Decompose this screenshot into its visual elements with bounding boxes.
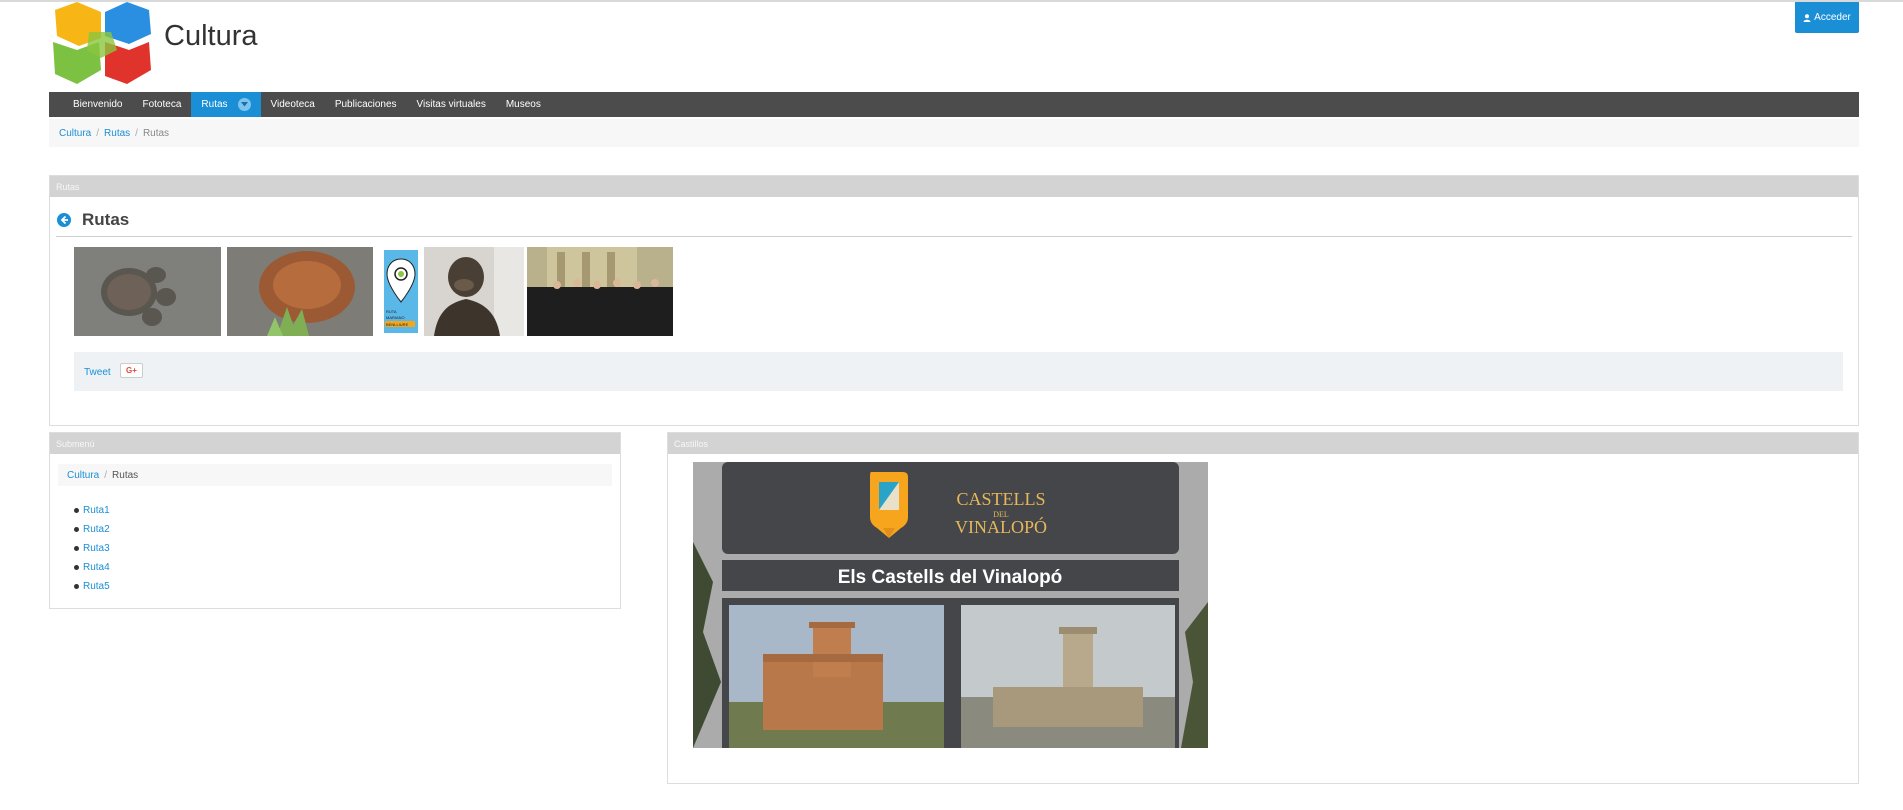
list-item: Ruta4 <box>74 558 110 577</box>
nav-label: Bienvenido <box>73 99 123 110</box>
badge-line: RUTA <box>386 309 397 314</box>
submenu-link-ruta1[interactable]: Ruta1 <box>83 505 110 516</box>
banner-brand-bottom: VINALOPÓ <box>955 516 1047 537</box>
bullet-icon <box>74 508 79 513</box>
breadcrumb-separator: / <box>96 127 100 139</box>
submenu-list: Ruta1 Ruta2 Ruta3 Ruta4 Ruta5 <box>74 501 110 596</box>
list-item: Ruta1 <box>74 501 110 520</box>
dropdown-icon[interactable] <box>237 98 251 111</box>
google-plus-button[interactable]: G+ <box>120 363 143 378</box>
page-title: Rutas <box>82 210 130 229</box>
breadcrumb-current: Rutas <box>112 469 139 481</box>
nav-label: Fototeca <box>142 99 182 110</box>
panel-header: Submenú <box>50 433 620 454</box>
nav-label: Visitas virtuales <box>416 99 486 110</box>
list-item: Ruta5 <box>74 577 110 596</box>
share-bar: Tweet G+ <box>74 352 1843 391</box>
nav-label: Rutas <box>201 99 228 110</box>
nav-label: Museos <box>505 99 541 110</box>
banner-brand-top: CASTELLS <box>956 489 1045 509</box>
breadcrumb-link-rutas[interactable]: Rutas <box>104 128 130 139</box>
nav-item-fototeca[interactable]: Fototeca <box>132 92 191 117</box>
bullet-icon <box>74 565 79 570</box>
bullet-icon <box>74 546 79 551</box>
cultura-logo[interactable] <box>49 2 157 85</box>
login-button[interactable]: Acceder <box>1795 2 1859 33</box>
breadcrumb-link-cultura[interactable]: Cultura <box>59 128 91 139</box>
nav-item-rutas[interactable]: Rutas <box>191 92 261 117</box>
breadcrumb-separator: / <box>135 127 138 139</box>
castells-banner[interactable]: CASTELLS DEL VINALOPÓ Els Castells del V… <box>693 462 1208 748</box>
breadcrumb: Cultura / Rutas / Rutas <box>49 119 1859 147</box>
breadcrumb-current: Rutas <box>142 127 170 139</box>
rutas-panel: Rutas Rutas RUTA MARIANO BENLLIURE Tweet… <box>49 175 1859 426</box>
panel-header: Rutas <box>50 176 1858 197</box>
submenu-panel: Submenú Cultura / Rutas Ruta1 Ruta2 Ruta… <box>49 432 621 609</box>
submenu-link-ruta4[interactable]: Ruta4 <box>83 562 110 573</box>
nav-item-museos[interactable]: Museos <box>496 92 551 117</box>
user-icon <box>1803 13 1811 22</box>
top-border <box>0 0 1903 2</box>
route-thumbnail-rock[interactable] <box>227 247 373 336</box>
list-item: Ruta2 <box>74 520 110 539</box>
nav-label: Publicaciones <box>334 99 397 110</box>
breadcrumb-separator: / <box>104 469 108 481</box>
banner-title: Els Castells del Vinalopó <box>838 567 1063 588</box>
submenu-breadcrumb: Cultura / Rutas <box>58 464 612 486</box>
submenu-link-ruta2[interactable]: Ruta2 <box>83 524 110 535</box>
route-thumbnail-bust[interactable] <box>424 247 524 336</box>
nav-item-publicaciones[interactable]: Publicaciones <box>325 92 407 117</box>
tweet-button[interactable]: Tweet <box>84 367 111 378</box>
bullet-icon <box>74 584 79 589</box>
nav-item-bienvenido[interactable]: Bienvenido <box>63 92 132 117</box>
nav-item-visitas-virtuales[interactable]: Visitas virtuales <box>407 92 496 117</box>
nav-label: Videoteca <box>270 99 315 110</box>
nav-item-videoteca[interactable]: Videoteca <box>261 92 325 117</box>
breadcrumb-link-cultura[interactable]: Cultura <box>67 470 99 481</box>
main-navbar: Bienvenido Fototeca Rutas Videoteca Publ… <box>49 92 1859 117</box>
title-divider <box>56 236 1852 237</box>
panel-header: Castillos <box>668 433 1858 454</box>
route-thumbnail-footprint[interactable] <box>74 247 221 336</box>
badge-line: BENLLIURE <box>386 322 409 327</box>
submenu-link-ruta5[interactable]: Ruta5 <box>83 581 110 592</box>
site-title: Cultura <box>164 20 258 52</box>
back-arrow-icon[interactable] <box>57 213 71 227</box>
rutas-title-row: Rutas <box>57 210 129 230</box>
route-badge-mariano-benlliure[interactable]: RUTA MARIANO BENLLIURE <box>379 247 424 336</box>
list-item: Ruta3 <box>74 539 110 558</box>
submenu-link-ruta3[interactable]: Ruta3 <box>83 543 110 554</box>
bullet-icon <box>74 527 79 532</box>
route-thumbnail-choir[interactable] <box>527 247 673 336</box>
castillos-panel: Castillos CASTELLS DEL VINALOPÓ Els Cast… <box>667 432 1859 784</box>
badge-line: MARIANO <box>386 315 405 320</box>
login-label: Acceder <box>1814 12 1851 23</box>
